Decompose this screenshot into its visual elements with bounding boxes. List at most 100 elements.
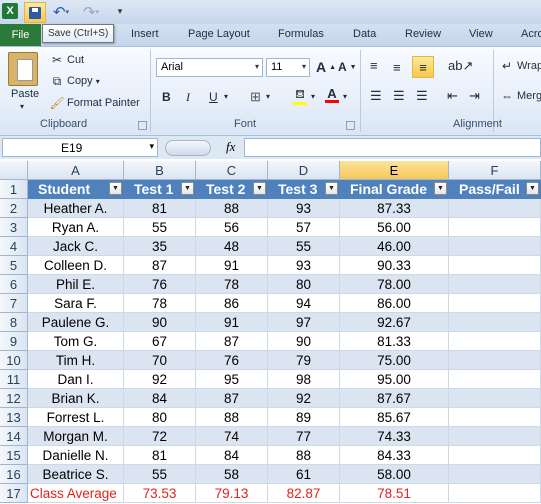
cell-f16[interactable] bbox=[449, 465, 541, 484]
cell-f2[interactable] bbox=[449, 199, 541, 218]
tab-insert[interactable]: Insert bbox=[131, 28, 159, 40]
font-dialog-launcher[interactable] bbox=[346, 121, 355, 130]
font-color-dropdown[interactable]: ▾ bbox=[343, 92, 347, 101]
cell-d4[interactable]: 55 bbox=[268, 237, 340, 256]
filter-dropdown-icon[interactable]: ▼ bbox=[526, 182, 539, 195]
wrap-text-button[interactable]: ↵ Wrap bbox=[500, 59, 541, 73]
cell-f8[interactable] bbox=[449, 313, 541, 332]
cell-f6[interactable] bbox=[449, 275, 541, 294]
cell-d10[interactable]: 79 bbox=[268, 351, 340, 370]
average-cell-c17[interactable]: 79.13 bbox=[196, 484, 268, 503]
row-header-10[interactable]: 10 bbox=[0, 351, 28, 370]
cell-b3[interactable]: 55 bbox=[124, 218, 196, 237]
row-header-7[interactable]: 7 bbox=[0, 294, 28, 313]
cell-e13[interactable]: 85.67 bbox=[340, 408, 449, 427]
cell-e3[interactable]: 56.00 bbox=[340, 218, 449, 237]
undo-button[interactable]: ↶ ▾ bbox=[48, 2, 74, 21]
column-header-f[interactable]: F bbox=[449, 161, 541, 180]
cell-d8[interactable]: 97 bbox=[268, 313, 340, 332]
row-header-12[interactable]: 12 bbox=[0, 389, 28, 408]
cell-a15[interactable]: Danielle N. bbox=[28, 446, 124, 465]
row-header-9[interactable]: 9 bbox=[0, 332, 28, 351]
cell-c13[interactable]: 88 bbox=[196, 408, 268, 427]
clipboard-icon[interactable] bbox=[8, 52, 38, 86]
cell-d12[interactable]: 92 bbox=[268, 389, 340, 408]
cell-f14[interactable] bbox=[449, 427, 541, 446]
save-button[interactable] bbox=[24, 2, 46, 23]
excel-icon[interactable]: X bbox=[2, 3, 18, 19]
cell-a10[interactable]: Tim H. bbox=[28, 351, 124, 370]
cut-button[interactable]: ✂ Cut bbox=[50, 53, 84, 67]
underline-button[interactable]: U bbox=[209, 90, 218, 104]
filter-dropdown-icon[interactable]: ▼ bbox=[325, 182, 338, 195]
cell-b14[interactable]: 72 bbox=[124, 427, 196, 446]
borders-dropdown[interactable]: ▾ bbox=[266, 92, 270, 101]
cell-a4[interactable]: Jack C. bbox=[28, 237, 124, 256]
cell-f11[interactable] bbox=[449, 370, 541, 389]
merge-center-button[interactable]: ⇔ Merge bbox=[500, 89, 541, 103]
cell-c9[interactable]: 87 bbox=[196, 332, 268, 351]
row-header-2[interactable]: 2 bbox=[0, 199, 28, 218]
cell-c15[interactable]: 84 bbox=[196, 446, 268, 465]
column-header-b[interactable]: B bbox=[124, 161, 196, 180]
cell-a3[interactable]: Ryan A. bbox=[28, 218, 124, 237]
cell-e9[interactable]: 81.33 bbox=[340, 332, 449, 351]
tab-view[interactable]: View bbox=[469, 28, 493, 40]
align-top-icon[interactable]: ≡ bbox=[370, 58, 378, 73]
column-header-e[interactable]: E bbox=[340, 161, 449, 180]
average-cell-e17[interactable]: 78.51 bbox=[340, 484, 449, 503]
cell-d15[interactable]: 88 bbox=[268, 446, 340, 465]
cell-b4[interactable]: 35 bbox=[124, 237, 196, 256]
cell-f13[interactable] bbox=[449, 408, 541, 427]
cell-b13[interactable]: 80 bbox=[124, 408, 196, 427]
fill-color-button[interactable]: ⛾ bbox=[293, 87, 307, 105]
cell-a12[interactable]: Brian K. bbox=[28, 389, 124, 408]
underline-dropdown[interactable]: ▾ bbox=[224, 92, 228, 101]
cell-a11[interactable]: Dan I. bbox=[28, 370, 124, 389]
align-bottom-button[interactable]: ≡ bbox=[412, 56, 434, 78]
average-cell-f17[interactable] bbox=[449, 484, 541, 503]
cell-c10[interactable]: 76 bbox=[196, 351, 268, 370]
cell-d6[interactable]: 80 bbox=[268, 275, 340, 294]
cell-d3[interactable]: 57 bbox=[268, 218, 340, 237]
borders-icon[interactable]: ⊞ bbox=[250, 89, 261, 105]
cell-e6[interactable]: 78.00 bbox=[340, 275, 449, 294]
table-header-cell[interactable]: Test 2 ▼ bbox=[196, 180, 268, 199]
cell-e15[interactable]: 84.33 bbox=[340, 446, 449, 465]
cell-f15[interactable] bbox=[449, 446, 541, 465]
align-right-icon[interactable]: ☰ bbox=[416, 88, 428, 104]
row-header-15[interactable]: 15 bbox=[0, 446, 28, 465]
cell-e7[interactable]: 86.00 bbox=[340, 294, 449, 313]
cell-e11[interactable]: 95.00 bbox=[340, 370, 449, 389]
cell-d13[interactable]: 89 bbox=[268, 408, 340, 427]
font-family-dropdown[interactable]: Arial ▾ bbox=[156, 58, 263, 77]
align-middle-icon[interactable]: ≡ bbox=[393, 60, 401, 75]
column-header-a[interactable]: A bbox=[28, 161, 124, 180]
bold-button[interactable]: B bbox=[162, 90, 171, 104]
cell-b10[interactable]: 70 bbox=[124, 351, 196, 370]
cell-b8[interactable]: 90 bbox=[124, 313, 196, 332]
row-header-6[interactable]: 6 bbox=[0, 275, 28, 294]
average-cell-a17[interactable]: Class Average bbox=[28, 484, 124, 503]
increase-indent-icon[interactable]: ⇥ bbox=[469, 88, 480, 104]
row-header-8[interactable]: 8 bbox=[0, 313, 28, 332]
table-header-cell[interactable]: Final Grade ▼ bbox=[340, 180, 449, 199]
name-box[interactable]: E19 ▾ bbox=[2, 138, 158, 157]
cell-a13[interactable]: Forrest L. bbox=[28, 408, 124, 427]
cell-f4[interactable] bbox=[449, 237, 541, 256]
cell-c14[interactable]: 74 bbox=[196, 427, 268, 446]
cell-b2[interactable]: 81 bbox=[124, 199, 196, 218]
cell-c16[interactable]: 58 bbox=[196, 465, 268, 484]
cell-c7[interactable]: 86 bbox=[196, 294, 268, 313]
cell-b16[interactable]: 55 bbox=[124, 465, 196, 484]
cell-d7[interactable]: 94 bbox=[268, 294, 340, 313]
average-cell-b17[interactable]: 73.53 bbox=[124, 484, 196, 503]
cell-c8[interactable]: 91 bbox=[196, 313, 268, 332]
spreadsheet-grid[interactable]: A B C D E F 1 Student ▼ Test 1 ▼ Test 2 ▼ Test … bbox=[0, 161, 541, 504]
cell-d16[interactable]: 61 bbox=[268, 465, 340, 484]
fill-color-dropdown[interactable]: ▾ bbox=[311, 92, 315, 101]
cell-a6[interactable]: Phil E. bbox=[28, 275, 124, 294]
increase-font-size-button[interactable]: A ▲ bbox=[316, 59, 336, 75]
decrease-font-size-button[interactable]: A ▼ bbox=[338, 60, 357, 74]
table-header-cell[interactable]: Test 1 ▼ bbox=[124, 180, 196, 199]
